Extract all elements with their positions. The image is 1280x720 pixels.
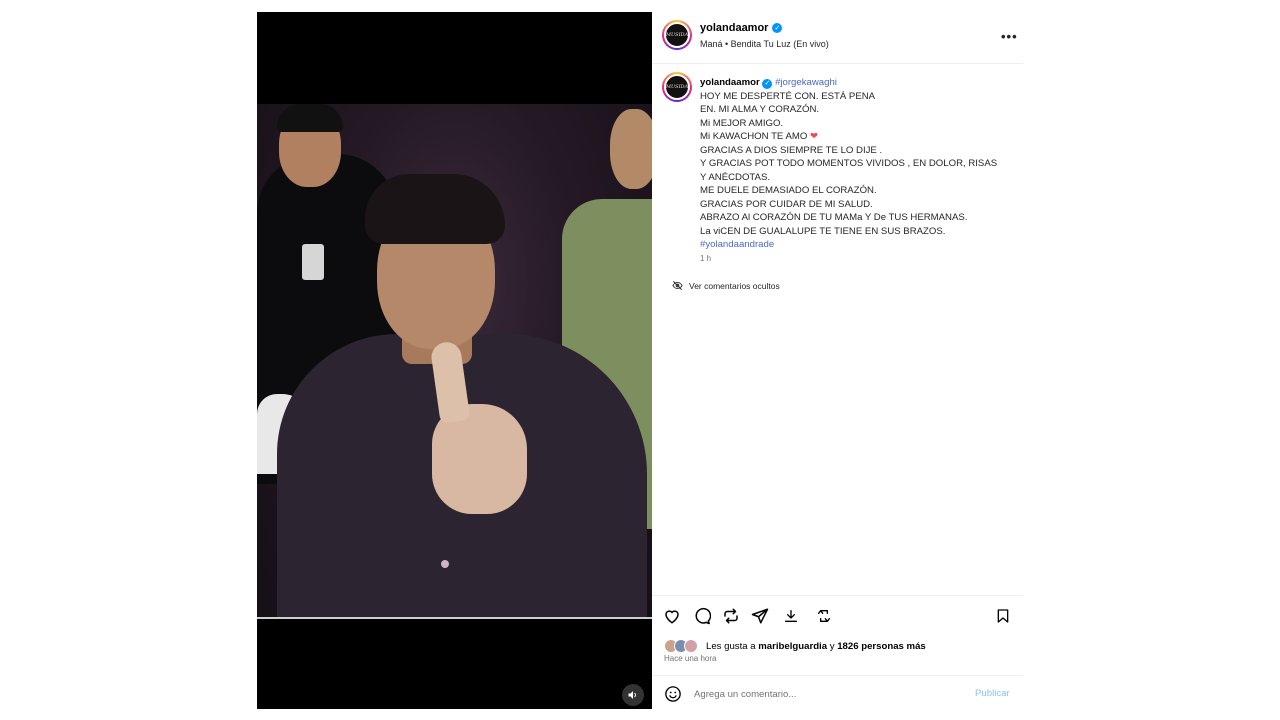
hidden-comments-link[interactable]: Ver comentarios ocultos: [672, 280, 780, 291]
likes-summary: Les gusta a maribelguardia y 1826 person…: [664, 639, 926, 653]
likes-conj: y: [829, 640, 835, 652]
heart-outline-icon: [665, 610, 679, 624]
caption-line: Y GRACIAS POT TODO MOMENTOS VIVIDOS , EN…: [700, 158, 998, 169]
caption-hashtag[interactable]: #yolandaandrade: [700, 238, 1015, 252]
caption-line: EN. MI ALMA Y CORAZÓN.: [700, 104, 820, 115]
likes-others-link[interactable]: 1826 personas más: [837, 641, 926, 652]
emoji-button[interactable]: [664, 685, 682, 703]
caption-timestamp[interactable]: 1 h: [700, 254, 711, 263]
download-icon: [785, 610, 797, 622]
speaker-icon: [628, 691, 636, 699]
share-button[interactable]: [750, 606, 770, 626]
eye-off-icon: [672, 281, 683, 290]
photo-person-left-hair: [277, 104, 343, 132]
post-date[interactable]: Hace una hora: [664, 654, 716, 663]
send-icon: [751, 608, 769, 624]
caption-line: Mi MEJOR AMIGO.: [700, 117, 784, 129]
photo-main-person-hair: [365, 174, 505, 244]
caption-line: La viCEN DE GUALALUPE TE TIENE EN SUS BR…: [700, 225, 946, 237]
audio-toggle-button[interactable]: [622, 684, 644, 706]
comment-bar: Publicar: [652, 675, 1023, 709]
audio-track-link[interactable]: Maná • Bendita Tu Luz (En vivo): [700, 39, 829, 49]
comment-button[interactable]: [692, 606, 712, 626]
emoji-icon: [665, 686, 681, 702]
likes-prefix: Les gusta a: [706, 640, 756, 652]
repost-icon: [724, 608, 738, 624]
caption-line: HOY ME DESPERTÉ CON. ESTÁ PENA: [700, 90, 876, 102]
caption-line: Y ANÉCDOTAS.: [700, 171, 771, 183]
repost-button[interactable]: [721, 606, 741, 626]
download-button[interactable]: [781, 606, 801, 626]
caption-author-avatar[interactable]: MUSIDA: [662, 72, 692, 102]
caption-line: GRACIAS A DIOS SIEMPRE TE LO DIJE .: [700, 144, 883, 156]
hidden-comments-label: Ver comentarios ocultos: [689, 280, 780, 291]
liker-avatars[interactable]: [664, 639, 700, 653]
action-bar: [652, 595, 1023, 635]
remix-icon: [818, 610, 830, 622]
save-button[interactable]: [993, 606, 1013, 626]
likes-user-link[interactable]: maribelguardia: [758, 641, 827, 652]
photo-badge: [302, 244, 324, 280]
caption-mention[interactable]: #jorgekawaghi: [775, 77, 837, 88]
publish-button[interactable]: Publicar: [975, 688, 1010, 699]
caption-line-with-heart: Mi KAWACHON TE AMO ❤: [700, 130, 1015, 144]
bookmark-icon: [997, 609, 1009, 623]
avatar-logo-text: MUSIDA: [664, 74, 690, 100]
heart-icon: ❤: [810, 131, 819, 142]
comment-icon: [695, 607, 711, 625]
photo-shirt-button: [441, 560, 449, 568]
author-username[interactable]: yolandaamor: [700, 22, 768, 34]
author-username-row: yolandaamor ✓: [700, 22, 783, 34]
post-media[interactable]: [257, 12, 652, 709]
verified-icon: ✓: [772, 23, 783, 33]
caption-username[interactable]: yolandaamor: [700, 77, 760, 88]
author-avatar[interactable]: MUSIDA: [662, 20, 692, 50]
avatar-logo-text: MUSIDA: [664, 22, 690, 48]
photo-divider: [257, 617, 652, 619]
caption-line: Mi KAWACHON TE AMO: [700, 131, 808, 142]
remix-button[interactable]: [814, 606, 834, 626]
post-photo[interactable]: [257, 104, 652, 617]
like-button[interactable]: [662, 606, 682, 626]
post-side-panel: MUSIDA yolandaamor ✓ Maná • Bendita Tu L…: [652, 12, 1023, 709]
caption-line: ME DUELE DEMASIADO EL CORAZÓN.: [700, 185, 877, 196]
post-header: MUSIDA yolandaamor ✓ Maná • Bendita Tu L…: [652, 12, 1023, 64]
caption-text: yolandaamor ✓ #jorgekawaghi HOY ME DESPE…: [700, 76, 1015, 252]
caption-line: ABRAZO Al CORAZÓN DE TU MAMa Y De TUS HE…: [700, 212, 968, 223]
more-options-icon[interactable]: •••: [1001, 29, 1018, 44]
post-dialog: MUSIDA yolandaamor ✓ Maná • Bendita Tu L…: [257, 12, 1023, 709]
photo-person-right-head: [610, 109, 652, 189]
verified-icon: ✓: [762, 78, 773, 89]
liker-avatar: [684, 639, 698, 653]
comment-input[interactable]: [694, 685, 954, 703]
caption-line: GRACIAS POR CUIDAR DE MI SALUD.: [700, 198, 873, 210]
